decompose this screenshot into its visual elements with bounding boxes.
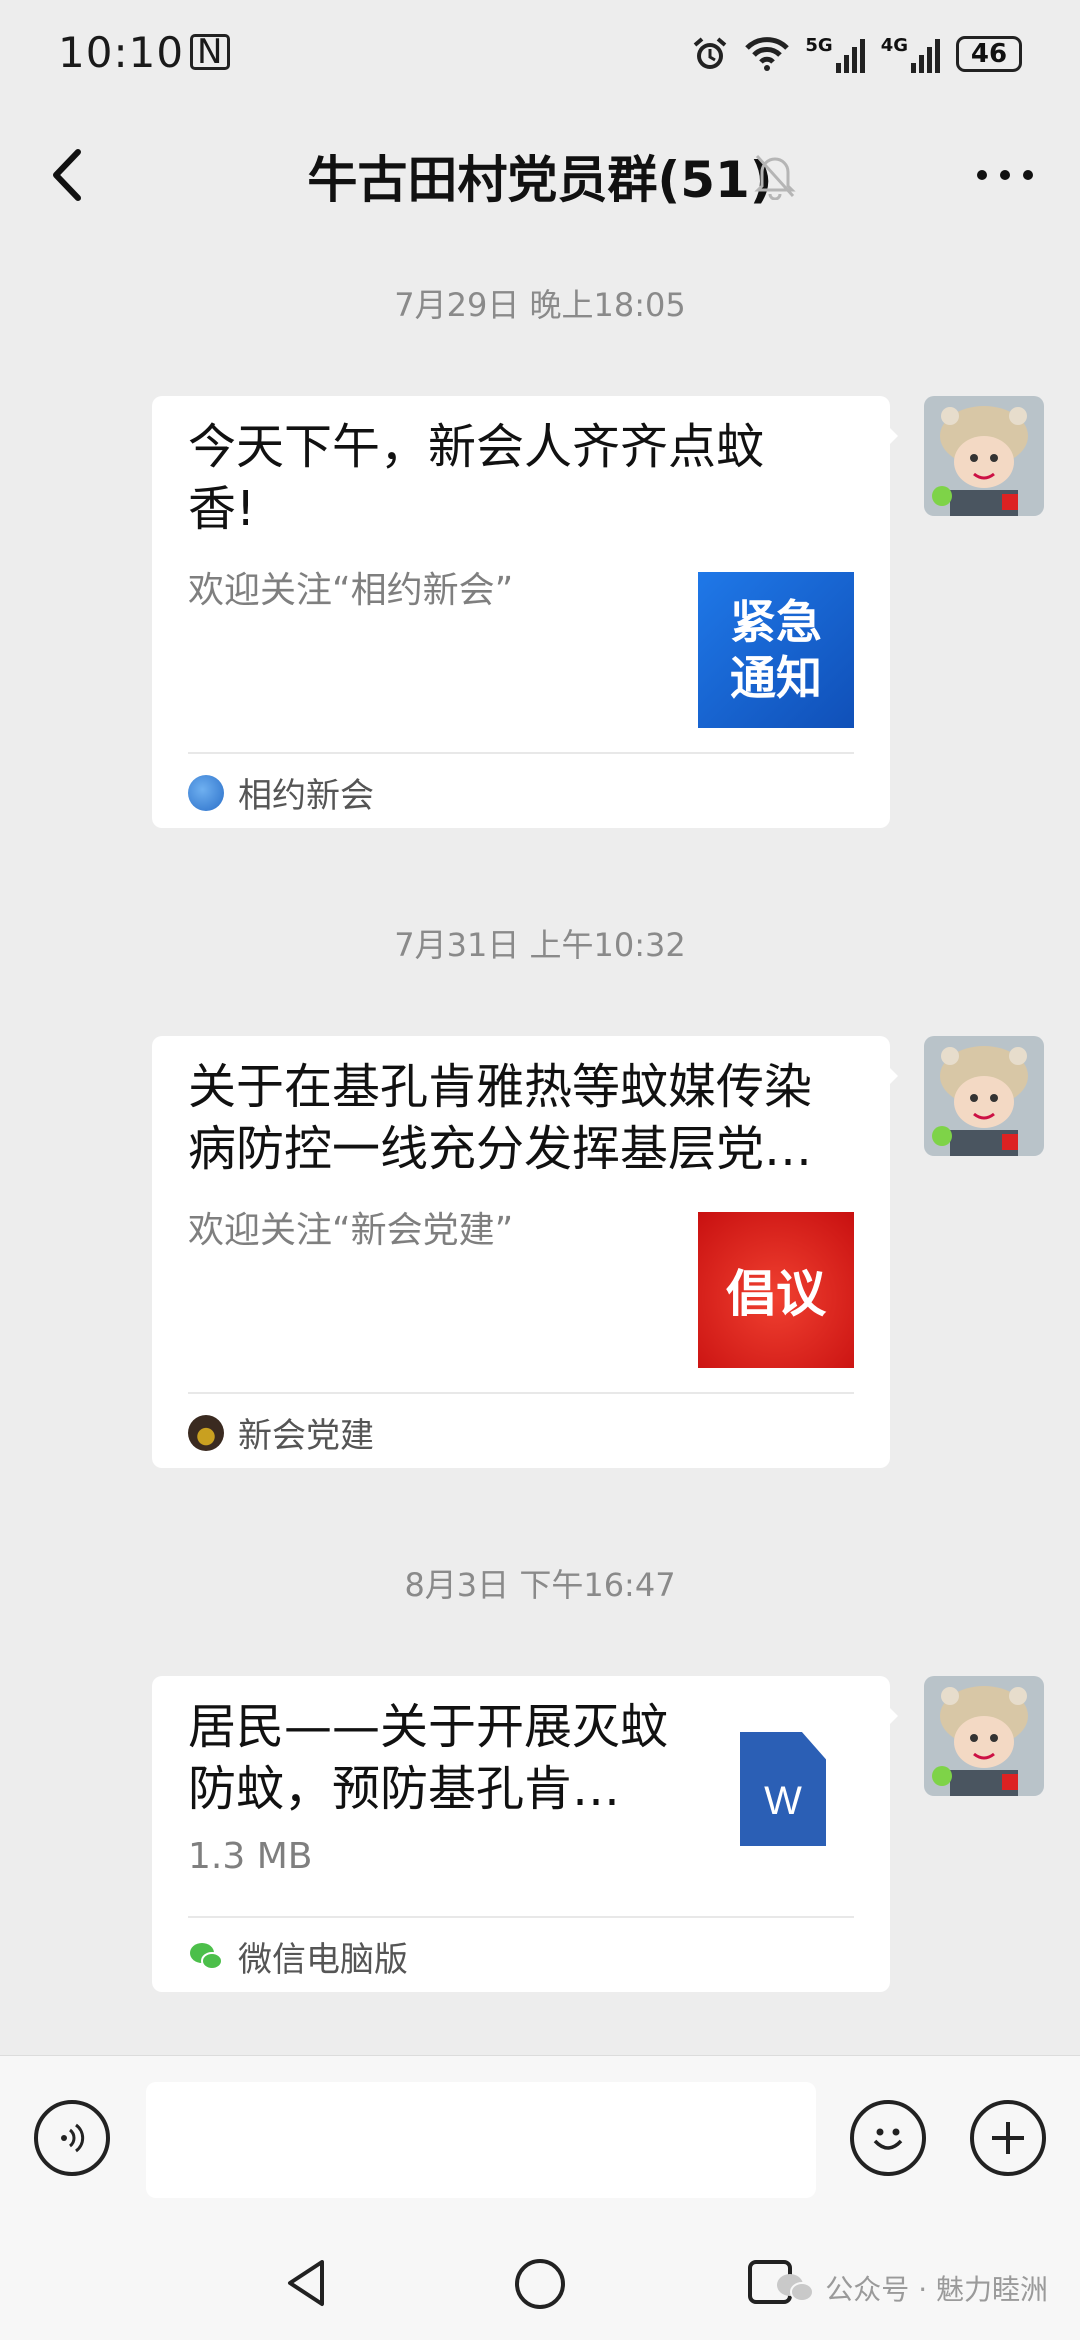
status-icons: 5G 4G 46	[691, 30, 1022, 78]
article-source: 相约新会	[188, 768, 374, 817]
emoji-button[interactable]	[850, 2100, 926, 2176]
file-name: 居民——关于开展灭蚊防蚊，预防基孔肯…	[188, 1699, 669, 1817]
plus-icon	[992, 2122, 1024, 2154]
more-options-icon[interactable]	[970, 150, 1040, 200]
article-desc: 欢迎关注“新会党建”	[188, 1210, 514, 1251]
watermark-text: 公众号 · 魅力睦洲	[825, 2273, 1048, 2306]
emoji-icon	[873, 2128, 903, 2150]
article-thumbnail: 倡议	[698, 1212, 854, 1368]
alarm-icon	[694, 37, 727, 69]
source-name: 新会党建	[238, 1416, 374, 1456]
nfc-icon: N	[190, 34, 231, 70]
file-source: 微信电脑版	[188, 1932, 408, 1981]
voice-button[interactable]	[34, 2100, 110, 2176]
message-timestamp: 8月3日 下午16:47	[404, 1566, 676, 1604]
thumb-text-line1: 紧急	[730, 595, 822, 649]
source-name: 微信电脑版	[238, 1940, 408, 1980]
add-more-button[interactable]	[970, 2100, 1046, 2176]
chat-title-text: 牛古田村党员群(51)	[307, 151, 773, 209]
file-card[interactable]: 居民——关于开展灭蚊防蚊，预防基孔肯… 1.3 MB W 微信电脑版	[152, 1676, 898, 1992]
article-card[interactable]: 关于在基孔肯雅热等蚊媒传染病防控一线充分发挥基层党… 欢迎关注“新会党建” 倡议…	[152, 1036, 898, 1468]
file-size: 1.3 MB	[188, 1836, 313, 1877]
source-name: 相约新会	[238, 776, 374, 816]
article-desc: 欢迎关注“相约新会”	[188, 570, 514, 611]
wechat-icon	[190, 1942, 223, 1970]
source-logo-icon	[188, 1414, 224, 1451]
avatar[interactable]	[924, 1676, 1044, 1796]
watermark: 公众号 · 魅力睦洲	[775, 2268, 1048, 2308]
signal-5g-icon: 5G	[805, 35, 865, 73]
thumb-text-line1: 倡议	[726, 1264, 826, 1323]
word-file-letter: W	[764, 1779, 802, 1823]
avatar[interactable]	[924, 396, 1044, 516]
word-file-icon: W	[740, 1732, 826, 1846]
card-divider	[188, 1916, 854, 1918]
article-thumbnail: 紧急 通知	[698, 572, 854, 728]
chat-title: 牛古田村党员群(51)	[0, 140, 1080, 212]
message-timestamp: 7月31日 上午10:32	[394, 926, 686, 964]
nav-back-icon[interactable]	[282, 2256, 332, 2310]
wifi-icon	[745, 37, 790, 71]
battery-icon: 46	[956, 36, 1022, 72]
article-title: 关于在基孔肯雅热等蚊媒传染病防控一线充分发挥基层党…	[188, 1059, 813, 1177]
net-label-4g: 4G	[880, 35, 908, 56]
baby-photo-icon	[924, 396, 1044, 516]
card-divider	[188, 752, 854, 754]
thumb-text-line2: 通知	[730, 651, 822, 705]
signal-4g-icon: 4G	[881, 35, 940, 73]
battery-level: 46	[970, 39, 1008, 69]
message-input[interactable]	[146, 2082, 816, 2198]
avatar[interactable]	[924, 1036, 1044, 1156]
article-title: 今天下午，新会人齐齐点蚊香!	[188, 419, 765, 537]
voice-icon	[61, 2123, 85, 2153]
article-source: 新会党建	[188, 1408, 374, 1457]
nav-home-icon[interactable]	[512, 2256, 568, 2312]
status-bar: 10:10 N 5G 4G 46	[0, 0, 1080, 110]
net-label-5g: 5G	[805, 35, 833, 56]
clock-text: 10:10	[58, 28, 185, 77]
mute-bell-icon	[754, 154, 796, 200]
message-timestamp: 7月29日 晚上18:05	[394, 286, 686, 324]
wechat-official-icon	[777, 2274, 815, 2302]
baby-photo-icon	[924, 1676, 1044, 1796]
status-time: 10:10 N	[58, 28, 231, 77]
source-logo-icon	[188, 774, 224, 811]
card-divider	[188, 1392, 854, 1394]
article-card[interactable]: 今天下午，新会人齐齐点蚊香! 欢迎关注“相约新会” 紧急 通知 相约新会	[152, 396, 898, 828]
baby-photo-icon	[924, 1036, 1044, 1156]
